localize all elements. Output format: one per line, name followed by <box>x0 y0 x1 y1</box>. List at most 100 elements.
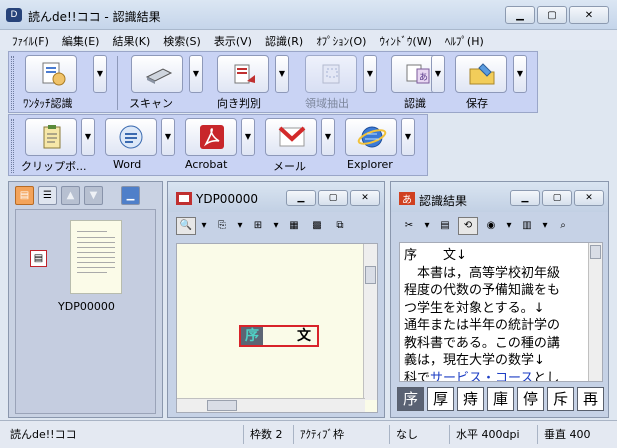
word-dropdown[interactable]: ▼ <box>161 118 175 156</box>
save-dropdown[interactable]: ▼ <box>513 55 527 93</box>
zoom-dropdown[interactable]: ▾ <box>199 217 209 235</box>
candidate-char[interactable]: 厚 <box>427 387 454 411</box>
menu-file[interactable]: ﾌｧｲﾙ(F) <box>6 30 56 50</box>
status-vertical-dpi: 垂直 400 <box>544 428 591 441</box>
menu-edit[interactable]: 編集(E) <box>56 30 107 50</box>
one-touch-dropdown[interactable]: ▼ <box>93 55 107 93</box>
menu-view[interactable]: 表示(V) <box>208 30 259 50</box>
orientation-dropdown[interactable]: ▼ <box>275 55 289 93</box>
status-active: ｱｸﾃｨﾌﾞ枠 <box>294 425 390 444</box>
result-text-area[interactable]: 序 文↓ 本書は，高等学校初年級 程度の代数の予備知識をも つ学生を対象とする。… <box>399 242 603 382</box>
close-button[interactable]: ✕ <box>569 6 609 24</box>
candidate-char[interactable]: 序 <box>397 387 424 411</box>
maximize-button[interactable]: ▢ <box>537 6 567 24</box>
candidate-char[interactable]: 痔 <box>457 387 484 411</box>
thumbnail-list: ▤ YDP00000 <box>15 209 156 414</box>
result-line: 義は，現在大学の数学↓ <box>404 353 545 368</box>
image-pane-minimize-button[interactable]: ▁ <box>286 190 316 206</box>
rotate-icon[interactable]: ⎘ <box>212 217 232 235</box>
scan-dropdown[interactable]: ▼ <box>189 55 203 93</box>
mail-dropdown[interactable]: ▼ <box>321 118 335 156</box>
rotate-dropdown[interactable]: ▾ <box>235 217 245 235</box>
frame-icon[interactable]: ⊞ <box>248 217 268 235</box>
explorer-label: Explorer <box>347 158 393 171</box>
move-up-icon[interactable]: ▲ <box>61 186 80 205</box>
toolbar-grip[interactable] <box>11 56 14 110</box>
orientation-button[interactable] <box>217 55 269 93</box>
window-title: 読んde!!ココ - 認識結果 <box>28 10 161 24</box>
one-touch-button[interactable] <box>25 55 77 93</box>
result-line: 本書は，高等学校初年級 <box>404 265 561 281</box>
toolbar-grip[interactable] <box>11 119 14 173</box>
scanner-icon <box>145 68 173 84</box>
candidate-char[interactable]: 停 <box>517 387 544 411</box>
view-dropdown[interactable]: ▾ <box>504 217 514 235</box>
find-icon[interactable]: ⌕ <box>553 217 573 235</box>
explorer-button[interactable] <box>345 118 397 156</box>
result-window-icon: あ <box>399 192 415 205</box>
highlighted-term[interactable]: サービス・コース <box>430 371 533 382</box>
menu-help[interactable]: ﾍﾙﾌﾟ(H) <box>439 30 491 50</box>
result-pane-minimize-button[interactable]: ▁ <box>510 190 540 206</box>
view-icon[interactable]: ◉ <box>481 217 501 235</box>
save-label: 保存 <box>466 97 488 110</box>
table-icon[interactable]: ▤ <box>435 217 455 235</box>
menu-result[interactable]: 結果(K) <box>106 30 157 50</box>
menu-options[interactable]: ｵﾌﾟｼｮﾝ(O) <box>310 30 373 50</box>
candidate-char[interactable]: 再 <box>577 387 604 411</box>
clipboard-label: クリップボ... <box>21 160 87 173</box>
minimize-button[interactable]: ▁ <box>505 6 535 24</box>
result-pane-close-button[interactable]: ✕ <box>574 190 604 206</box>
image-canvas[interactable]: 序 文 <box>176 243 378 413</box>
image-pane-close-button[interactable]: ✕ <box>350 190 380 206</box>
menu-search[interactable]: 検索(S) <box>157 30 208 50</box>
selection-frame[interactable]: 序 文 <box>239 325 319 347</box>
thumbnail-view-icon[interactable]: ▤ <box>15 186 34 205</box>
candidate-char[interactable]: 斥 <box>547 387 574 411</box>
menu-window[interactable]: ｳｨﾝﾄﾞｳ(W) <box>373 30 438 50</box>
frame-char: 文 <box>297 328 311 344</box>
image-vertical-scrollbar[interactable] <box>363 244 377 400</box>
list-view-icon[interactable]: ☰ <box>38 186 57 205</box>
region-extract-button[interactable] <box>305 55 357 93</box>
pane-minimize-icon[interactable]: ▁ <box>121 186 140 205</box>
save-button[interactable] <box>455 55 507 93</box>
result-line: 科でサービス・コースとし <box>404 370 588 382</box>
calendar-dropdown[interactable]: ▾ <box>540 217 550 235</box>
move-down-icon[interactable]: ▼ <box>84 186 103 205</box>
sync-icon[interactable]: ⟲ <box>458 217 478 235</box>
frame-dropdown[interactable]: ▾ <box>271 217 281 235</box>
result-pane-maximize-button[interactable]: ▢ <box>542 190 572 206</box>
layout-icon[interactable]: ▦ <box>284 217 304 235</box>
zoom-icon[interactable]: 🔍 <box>176 217 196 235</box>
result-pane-title: 認識結果 <box>419 194 468 208</box>
region-extract-dropdown[interactable]: ▼ <box>363 55 377 93</box>
image-horizontal-scrollbar[interactable] <box>177 398 365 412</box>
mail-button[interactable] <box>265 118 317 156</box>
word-button[interactable] <box>105 118 157 156</box>
calendar-icon[interactable]: ▥ <box>517 217 537 235</box>
explorer-dropdown[interactable]: ▼ <box>401 118 415 156</box>
grid-icon[interactable]: ▩ <box>307 217 327 235</box>
result-line: 教科書である。この種の講 <box>404 335 560 351</box>
candidate-bar: 序 厚 痔 庫 停 斥 再 <box>397 387 604 411</box>
cut-icon[interactable]: ✂ <box>399 217 419 235</box>
orientation-label: 向き判別 <box>217 97 261 110</box>
page-thumbnail[interactable] <box>70 220 122 294</box>
main-toolbar: ▼ ﾜﾝﾀｯﾁ認識 ▼ スキャン ▼ 向き判別 ▼ 領域抽出 あ ▼ 認識 ▼ … <box>8 51 538 113</box>
clipboard-button[interactable] <box>25 118 77 156</box>
candidate-char[interactable]: 庫 <box>487 387 514 411</box>
recognize-dropdown[interactable]: ▼ <box>431 55 445 93</box>
clipboard-dropdown[interactable]: ▼ <box>81 118 95 156</box>
scan-button[interactable] <box>131 55 183 93</box>
image-pane-maximize-button[interactable]: ▢ <box>318 190 348 206</box>
copy-region-icon[interactable]: ⧉ <box>330 217 350 235</box>
result-vertical-scrollbar[interactable] <box>588 243 602 381</box>
result-pane: あ 認識結果 ▁ ▢ ✕ ✂ ▾ ▤ ⟲ ◉ ▾ ▥ ▾ ⌕ 序 文↓ 本書は，… <box>390 181 609 418</box>
mail-icon <box>278 126 306 147</box>
acrobat-button[interactable] <box>185 118 237 156</box>
thumbnail-pane: ▤ ☰ ▲ ▼ ▁ ▤ YDP00000 <box>8 181 163 418</box>
cut-dropdown[interactable]: ▾ <box>422 217 432 235</box>
acrobat-dropdown[interactable]: ▼ <box>241 118 255 156</box>
menu-recognize[interactable]: 認識(R) <box>259 30 310 50</box>
